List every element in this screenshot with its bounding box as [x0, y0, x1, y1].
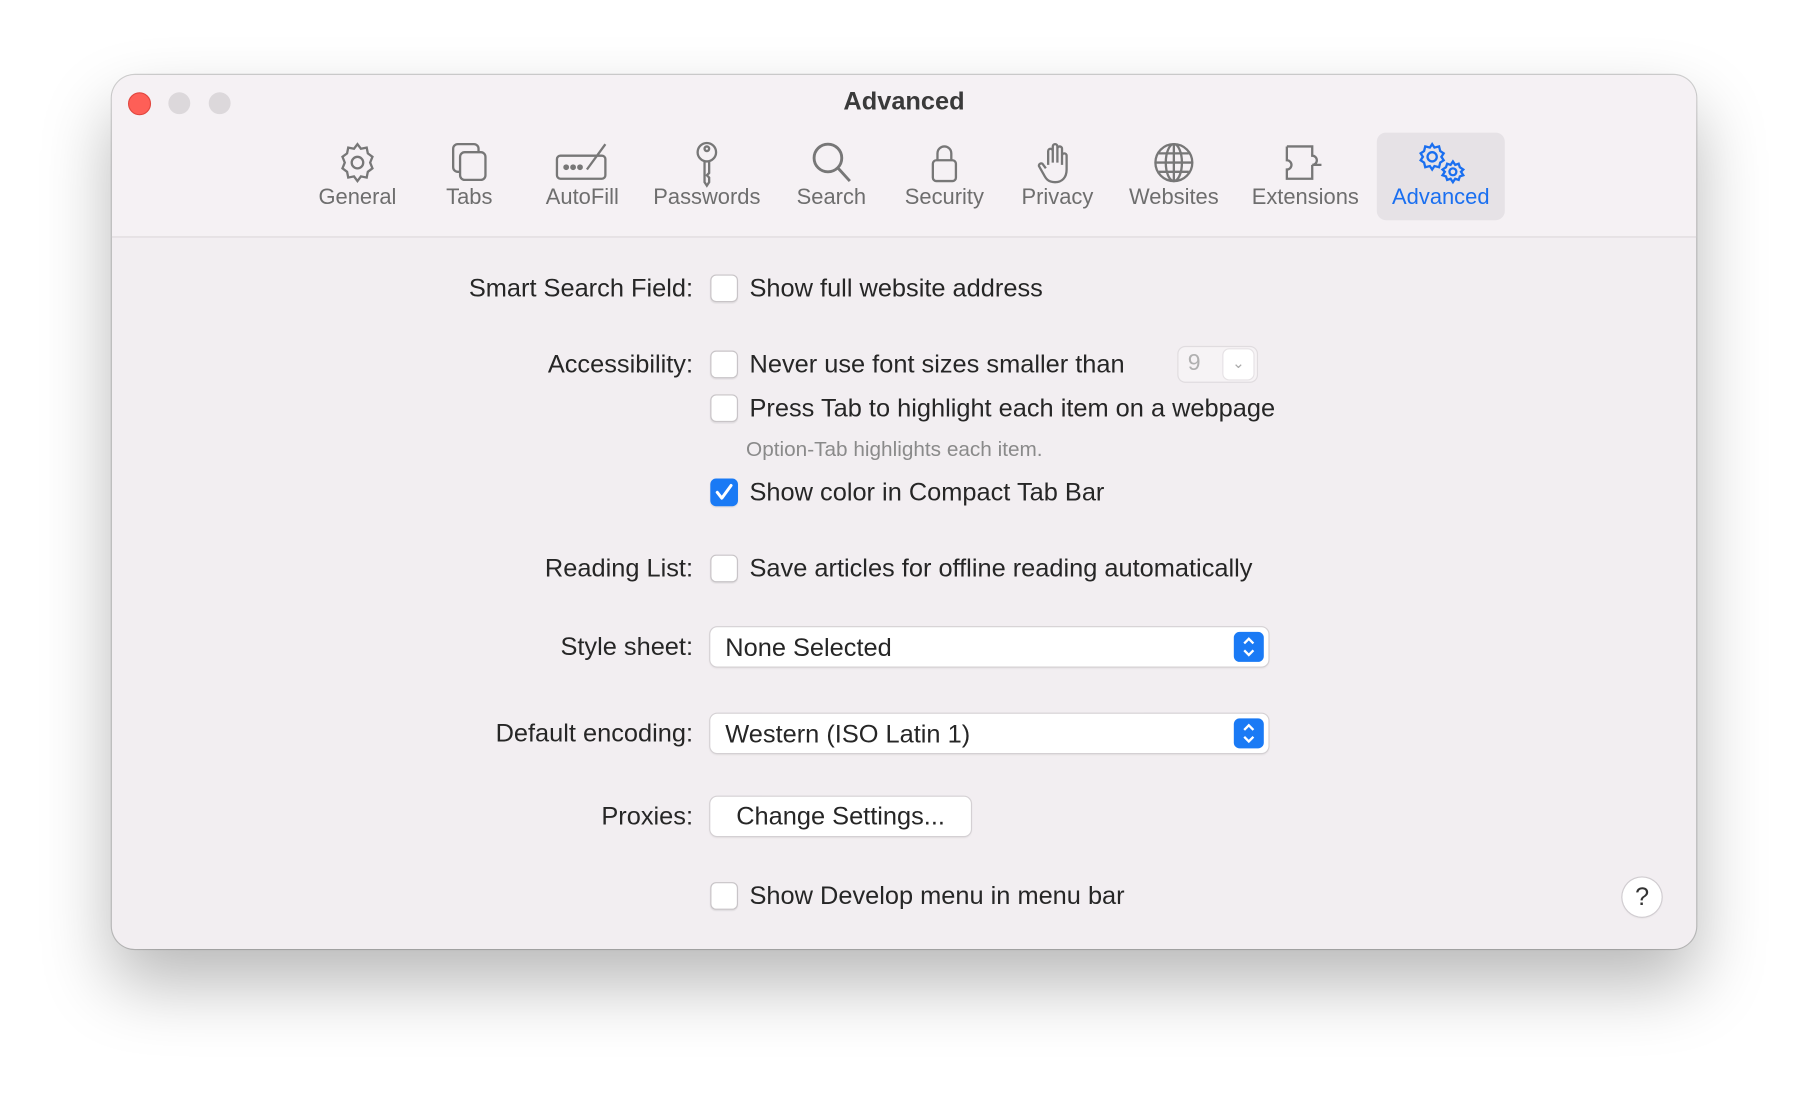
key-icon — [696, 141, 718, 188]
tab-label: Extensions — [1251, 185, 1359, 210]
style-sheet-select[interactable]: None Selected — [710, 627, 1269, 667]
tab-websites[interactable]: Websites — [1122, 133, 1226, 221]
min-font-size-checkbox[interactable] — [710, 350, 738, 379]
tab-privacy[interactable]: Privacy — [1015, 133, 1100, 221]
tab-passwords[interactable]: Passwords — [649, 133, 764, 221]
tab-label: Tabs — [446, 185, 493, 210]
style-sheet-label: Style sheet: — [560, 631, 694, 661]
tab-advanced[interactable]: Advanced — [1376, 132, 1505, 221]
reading-list-label: Reading List: — [544, 553, 694, 583]
tab-autofill[interactable]: AutoFill — [536, 133, 628, 221]
autofill-icon — [555, 143, 607, 180]
tab-tabs[interactable]: Tabs — [429, 133, 510, 221]
tab-extensions[interactable]: Extensions — [1247, 133, 1365, 221]
tab-label: Search — [796, 185, 867, 210]
offline-reading-text[interactable]: Save articles for offline reading automa… — [750, 553, 1253, 583]
gears-icon — [1418, 142, 1465, 185]
search-icon — [812, 142, 851, 183]
develop-menu-checkbox[interactable] — [710, 882, 738, 910]
style-sheet-value: None Selected — [725, 633, 892, 662]
tab-search[interactable]: Search — [790, 133, 873, 221]
compact-tab-color-text[interactable]: Show color in Compact Tab Bar — [750, 477, 1105, 507]
offline-reading-checkbox[interactable] — [710, 554, 738, 583]
change-settings-button[interactable]: Change Settings... — [710, 796, 971, 836]
show-full-address-text[interactable]: Show full website address — [750, 273, 1043, 303]
tab-label: Websites — [1128, 185, 1219, 210]
help-button[interactable]: ? — [1622, 877, 1662, 917]
up-down-chevron-icon — [1233, 631, 1264, 662]
tab-general[interactable]: General — [311, 133, 403, 221]
develop-menu-text[interactable]: Show Develop menu in menu bar — [750, 881, 1125, 911]
min-font-size-value: 9 — [1187, 350, 1201, 376]
accessibility-label: Accessibility: — [547, 349, 694, 379]
window-title: Advanced — [843, 86, 965, 116]
tab-highlight-checkbox[interactable] — [710, 394, 738, 423]
min-font-size-select[interactable]: 9 ⌄ — [1178, 347, 1257, 382]
lock-icon — [931, 145, 958, 183]
tab-highlight-text[interactable]: Press Tab to highlight each item on a we… — [750, 393, 1276, 423]
tab-label: Security — [904, 185, 984, 210]
proxies-label: Proxies: — [601, 801, 694, 831]
encoding-label: Default encoding: — [495, 718, 694, 748]
hand-icon — [1037, 143, 1068, 184]
encoding-value: Western (ISO Latin 1) — [725, 719, 971, 749]
chevron-down-icon: ⌄ — [1223, 349, 1254, 380]
preferences-window: Advanced General Tabs AutoFill Passwords… — [111, 74, 1697, 950]
gear-icon — [341, 142, 374, 183]
up-down-chevron-icon — [1233, 718, 1264, 749]
tabs-icon — [452, 142, 487, 182]
tab-label: Privacy — [1021, 185, 1094, 210]
toolbar: Advanced General Tabs AutoFill Passwords… — [111, 74, 1697, 238]
tab-label: Advanced — [1392, 185, 1490, 210]
smart-search-label: Smart Search Field: — [468, 273, 694, 303]
checkmark-icon — [715, 483, 733, 500]
compact-tab-color-checkbox[interactable] — [710, 478, 738, 507]
globe-icon — [1154, 142, 1194, 183]
tab-label: AutoFill — [545, 185, 619, 210]
puzzle-icon — [1285, 145, 1322, 180]
tab-highlight-hint: Option-Tab highlights each item. — [746, 437, 1043, 461]
min-font-size-text[interactable]: Never use font sizes smaller than — [750, 349, 1125, 379]
encoding-select[interactable]: Western (ISO Latin 1) — [710, 713, 1269, 753]
tab-security[interactable]: Security — [898, 133, 990, 221]
tab-label: Passwords — [653, 185, 761, 210]
tab-label: General — [318, 185, 397, 210]
show-full-address-checkbox[interactable] — [710, 274, 738, 303]
